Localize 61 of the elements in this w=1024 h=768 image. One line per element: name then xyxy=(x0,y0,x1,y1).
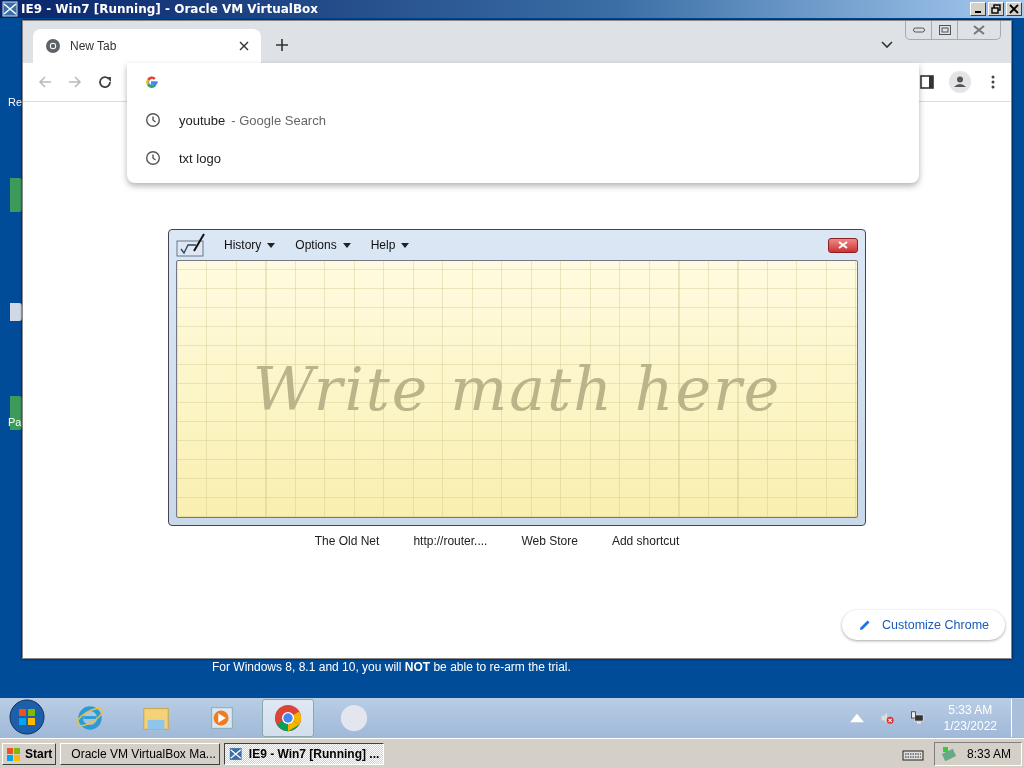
chrome-icon xyxy=(273,703,303,733)
icon-label[interactable]: Re xyxy=(8,96,23,108)
close-icon xyxy=(1009,4,1019,14)
menu-button[interactable]: Help xyxy=(366,236,422,254)
side-panel-icon[interactable] xyxy=(919,74,935,90)
close-tab-icon[interactable] xyxy=(239,41,249,51)
close-icon xyxy=(973,25,985,35)
history-clock-icon xyxy=(145,150,161,166)
start-button[interactable] xyxy=(8,699,46,737)
math-pen-icon xyxy=(176,233,206,257)
restore-button[interactable] xyxy=(988,2,1004,16)
taskbar-button[interactable]: Oracle VM VirtualBox Ma... xyxy=(60,742,221,765)
taskbar-button[interactable]: IE9 - Win7 [Running] ... xyxy=(224,742,385,765)
shortcut-link[interactable]: http://router.... xyxy=(413,534,488,548)
chevron-down-icon[interactable] xyxy=(881,41,893,49)
network-icon[interactable] xyxy=(909,711,924,725)
customize-button[interactable]: Customize Chrome xyxy=(842,610,1005,640)
desktop-icon[interactable] xyxy=(10,303,22,321)
dropdown-arrow-icon xyxy=(267,242,276,248)
maximize-icon xyxy=(938,25,951,35)
shortcut-link[interactable]: Web Store xyxy=(521,534,578,548)
show-hidden-icons-icon[interactable] xyxy=(849,711,864,725)
browser-e-icon xyxy=(75,703,105,733)
writing-prompt: Write math here xyxy=(252,354,782,424)
back-icon[interactable] xyxy=(37,74,53,90)
profile-icon[interactable] xyxy=(949,71,971,93)
virtualbox-icon xyxy=(229,745,243,762)
desktop-icon[interactable] xyxy=(10,396,22,430)
dropdown-arrow-icon xyxy=(342,242,351,248)
suggestion-item[interactable]: youtube - Google Search xyxy=(127,101,919,139)
restore-icon xyxy=(991,4,1001,14)
menu-button[interactable]: History xyxy=(220,236,288,254)
chrome-icon xyxy=(45,38,61,54)
virtualbox-icon xyxy=(2,1,18,17)
windows-logo-icon xyxy=(9,699,45,735)
menu-button[interactable]: Options xyxy=(291,236,363,254)
suggestion-item[interactable]: txt logo xyxy=(127,139,919,177)
new-tab-icon[interactable] xyxy=(275,38,289,52)
forward-icon[interactable] xyxy=(67,74,83,90)
close-button[interactable] xyxy=(828,237,858,253)
shortcut-link[interactable]: Add shortcut xyxy=(611,534,680,548)
dropdown-arrow-icon xyxy=(401,242,410,248)
notice-text: For Windows 8, 8.1 and 10, you will NOT be able to re-arm the trial. xyxy=(212,660,571,674)
reload-icon[interactable] xyxy=(97,74,113,90)
network-card-icon[interactable] xyxy=(940,745,957,762)
window-title: IE9 - Win7 [Running] - Oracle VM VirtualBox xyxy=(21,2,319,16)
start-button[interactable]: Start xyxy=(2,742,57,765)
minimize-icon xyxy=(975,11,981,13)
close-icon xyxy=(838,241,848,249)
speaker-muted-icon[interactable] xyxy=(879,711,894,725)
google-logo-icon xyxy=(145,75,159,89)
show-desktop-button[interactable] xyxy=(1011,699,1024,737)
sphere-icon xyxy=(339,703,369,733)
taskbar-app-button[interactable] xyxy=(262,699,314,737)
browser-tab[interactable]: New Tab xyxy=(33,29,261,63)
history-clock-icon xyxy=(145,112,161,128)
pencil-icon xyxy=(858,618,872,632)
windows-logo-icon xyxy=(6,745,22,762)
icon-label[interactable]: Pa xyxy=(8,416,22,428)
minimize-icon xyxy=(912,27,925,33)
shortcut-link[interactable]: The Old Net xyxy=(314,534,380,548)
